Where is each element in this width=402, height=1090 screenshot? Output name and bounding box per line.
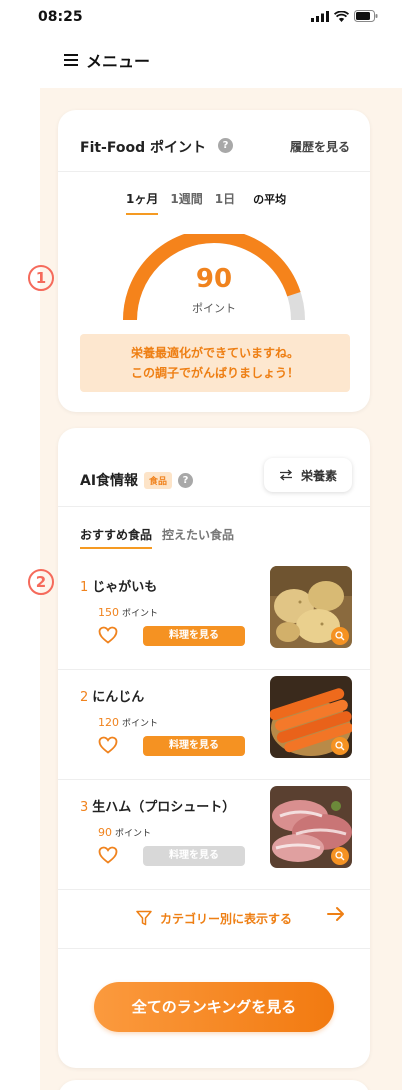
heart-icon[interactable] xyxy=(98,846,118,864)
period-tab-week[interactable]: 1週間 xyxy=(170,190,202,215)
period-suffix: の平均 xyxy=(253,193,287,206)
hamburger-icon xyxy=(64,54,78,66)
food-points: 150 ポイント xyxy=(98,606,158,619)
food-tabs: おすすめ食品 控えたい食品 xyxy=(80,526,234,549)
food-rank: 1 xyxy=(80,580,89,595)
food-points: 90 ポイント xyxy=(98,826,151,839)
food-name: 1 じゃがいも xyxy=(80,576,157,595)
heart-icon[interactable] xyxy=(98,626,118,644)
status-time: 08:25 xyxy=(38,9,83,25)
annotation-marker-1: 1 xyxy=(28,265,54,291)
food-points-unit: ポイント xyxy=(122,719,159,729)
category-view-link[interactable]: カテゴリー別に表示する xyxy=(58,888,370,948)
food-rank: 2 xyxy=(80,690,89,705)
food-points-unit: ポイント xyxy=(115,829,152,839)
period-tab-month[interactable]: 1ヶ月 xyxy=(126,190,159,215)
view-recipe-button-disabled[interactable]: 料理を見る xyxy=(143,846,245,866)
view-recipe-button[interactable]: 料理を見る xyxy=(143,736,245,756)
food-list-item[interactable]: 1 じゃがいも 150 ポイント 料理を見る xyxy=(58,560,370,670)
score-value: 90 xyxy=(195,264,233,294)
status-bar: 08:25 xyxy=(0,0,402,40)
points-card-title: Fit-Food ポイント xyxy=(80,140,206,156)
tab-recommended-foods[interactable]: おすすめ食品 xyxy=(80,526,153,549)
potato-image[interactable] xyxy=(270,566,352,648)
food-points-value: 120 xyxy=(98,716,119,729)
food-name-text: じゃがいも xyxy=(92,580,158,595)
message-line-2: この調子でがんばりましょう！ xyxy=(130,366,299,380)
next-card-partial xyxy=(58,1080,370,1090)
score-unit: ポイント xyxy=(192,302,236,315)
divider xyxy=(58,948,370,949)
period-tab-day[interactable]: 1日 xyxy=(215,190,235,215)
food-points: 120 ポイント xyxy=(98,716,158,729)
ai-food-info-card: AI食情報 食品 ? 栄養素 おすすめ食品 控えたい食品 1 じゃがいも 150 ポ… xyxy=(58,428,370,1068)
arrow-right-icon[interactable] xyxy=(326,906,346,922)
swap-arrows-icon xyxy=(279,469,292,481)
food-rank: 3 xyxy=(80,800,89,815)
heart-icon[interactable] xyxy=(98,736,118,754)
category-link-label: カテゴリー別に表示する xyxy=(159,911,292,926)
food-points-unit: ポイント xyxy=(122,609,159,619)
zoom-icon[interactable] xyxy=(331,737,349,755)
ai-card-header: AI食情報 食品 ? xyxy=(80,470,194,490)
all-ranking-button[interactable]: 全てのランキングを見る xyxy=(94,982,334,1032)
message-line-1: 栄養最適化ができていますね。 xyxy=(130,346,299,360)
food-list-item[interactable]: 3 生ハム（プロシュート） 90 ポイント 料理を見る xyxy=(58,780,370,890)
help-icon[interactable]: ? xyxy=(178,472,194,488)
signal-icon xyxy=(311,10,329,22)
points-card-header: Fit-Food ポイント ? 履歴を見る xyxy=(58,110,370,172)
menu-button[interactable]: メニュー xyxy=(64,48,150,72)
food-name-text: 生ハム（プロシュート） xyxy=(92,800,236,815)
zoom-icon[interactable] xyxy=(331,627,349,645)
food-badge: 食品 xyxy=(144,471,173,489)
food-points-value: 150 xyxy=(98,606,119,619)
nutrient-button-label: 栄養素 xyxy=(300,468,337,483)
battery-icon xyxy=(354,10,378,22)
tab-foods-to-limit[interactable]: 控えたい食品 xyxy=(162,526,234,549)
zoom-icon[interactable] xyxy=(331,847,349,865)
food-name: 3 生ハム（プロシュート） xyxy=(80,796,235,815)
feedback-message: 栄養最適化ができていますね。 この調子でがんばりましょう！ xyxy=(80,334,350,392)
filter-icon xyxy=(136,910,152,926)
fit-food-points-card: Fit-Food ポイント ? 履歴を見る 1ヶ月 1週間 1日 の平均 90 … xyxy=(58,110,370,412)
food-points-value: 90 xyxy=(98,826,112,839)
food-name-text: にんじん xyxy=(92,690,145,705)
food-name: 2 にんじん xyxy=(80,686,144,705)
menu-label: メニュー xyxy=(86,52,151,71)
view-recipe-button[interactable]: 料理を見る xyxy=(143,626,245,646)
carrot-image[interactable] xyxy=(270,676,352,758)
annotation-marker-2: 2 xyxy=(28,569,54,595)
divider xyxy=(58,506,370,507)
food-list-item[interactable]: 2 にんじん 120 ポイント 料理を見る xyxy=(58,670,370,780)
period-tabs: 1ヶ月 1週間 1日 の平均 xyxy=(126,190,286,215)
ai-card-title: AI食情報 xyxy=(80,473,139,489)
nutrient-toggle-button[interactable]: 栄養素 xyxy=(264,458,352,492)
wifi-icon xyxy=(334,10,349,22)
help-icon[interactable]: ? xyxy=(218,138,233,153)
history-link[interactable]: 履歴を見る xyxy=(290,138,350,155)
prosciutto-image[interactable] xyxy=(270,786,352,868)
status-icons xyxy=(311,10,378,22)
